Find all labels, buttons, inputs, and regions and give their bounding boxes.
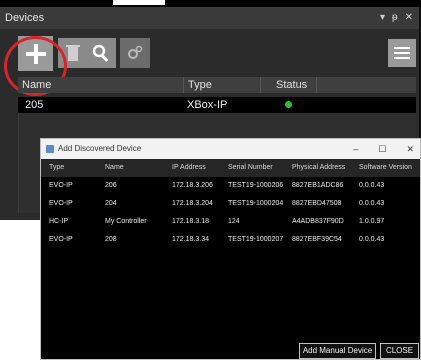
cell-version: 1.0.0.97 (359, 218, 385, 225)
app-icon (46, 145, 54, 153)
search-device-button[interactable] (86, 38, 116, 68)
cell-version: 0.0.0.43 (359, 182, 385, 189)
column-header-status[interactable]: Status (260, 77, 316, 93)
cell-name: 206 (105, 182, 117, 189)
cell-version: 0.0.0.43 (359, 236, 385, 243)
settings-icon (128, 45, 143, 59)
column-header-spacer (316, 77, 416, 93)
cell-ip: 172.18.3.204 (172, 200, 213, 207)
cell-mac: A4ADB837F90D (292, 218, 344, 225)
column-header-name[interactable]: Name (105, 159, 124, 177)
column-header-type[interactable]: Type (183, 77, 260, 93)
search-icon (92, 44, 109, 62)
cell-type: HC-IP (49, 218, 69, 225)
cell-ip: 172.18.3.34 (172, 236, 209, 243)
dialog-title: Add Discovered Device (58, 144, 142, 153)
delete-icon (66, 45, 80, 61)
panel-header: Devices ▾ ᵽ ✕ (0, 7, 419, 29)
device-settings-button[interactable] (120, 38, 150, 68)
device-type: XBox-IP (187, 99, 228, 111)
top-strip (0, 0, 421, 7)
cell-mac: 8827EBF39C54 (292, 236, 342, 243)
device-name: 205 (25, 99, 44, 111)
cell-ip: 172.18.3.18 (172, 218, 209, 225)
window-controls: – ☐ ✕ (353, 139, 414, 159)
device-row[interactable]: 205 XBox-IP (18, 97, 416, 113)
status-indicator (285, 101, 292, 108)
maximize-icon[interactable]: ☐ (378, 139, 386, 159)
dropdown-icon[interactable]: ▾ (380, 7, 385, 29)
column-header-version[interactable]: Software Version (359, 159, 412, 177)
column-header-ip[interactable]: IP Address (172, 159, 206, 177)
cell-type: EVO-IP (49, 236, 73, 243)
close-button[interactable]: CLOSE (380, 343, 419, 359)
add-manual-device-button[interactable]: Add Manual Device (299, 343, 376, 359)
column-header-mac[interactable]: Physical Address (292, 159, 345, 177)
menu-icon (394, 47, 410, 59)
dialog-title-bar: Add Discovered Device – ☐ ✕ (41, 139, 420, 159)
table-row[interactable]: HC-IP My Controller 172.18.3.18 124 A4AD… (41, 213, 420, 231)
column-header-type[interactable]: Type (49, 159, 64, 177)
close-icon[interactable]: ✕ (405, 7, 413, 29)
discovered-devices-table: Type Name IP Address Serial Number Physi… (41, 159, 420, 249)
panel-title: Devices (5, 12, 45, 24)
close-icon[interactable]: ✕ (406, 139, 414, 159)
column-header-serial[interactable]: Serial Number (228, 159, 273, 177)
column-header-name[interactable]: Name (18, 77, 183, 93)
cell-version: 0.0.0.43 (359, 200, 385, 207)
table-row[interactable]: EVO-IP 208 172.18.3.34 TEST19-1000207 88… (41, 231, 420, 249)
device-list-header: Name Type Status (18, 77, 416, 93)
top-strip-gap (113, 0, 165, 5)
table-header: Type Name IP Address Serial Number Physi… (41, 159, 420, 177)
cell-type: EVO-IP (49, 200, 73, 207)
table-row[interactable]: EVO-IP 206 172.18.3.206 TEST19-1000206 8… (41, 177, 420, 195)
panel-menu-button[interactable] (388, 39, 416, 67)
cell-mac: 8827EB1ADC86 (292, 182, 344, 189)
add-discovered-device-dialog: Add Discovered Device – ☐ ✕ Type Name IP… (40, 138, 421, 360)
cell-serial: TEST19-1000206 (228, 182, 284, 189)
cell-name: 204 (105, 200, 117, 207)
cell-name: My Controller (105, 218, 147, 225)
cell-serial: TEST19-1000204 (228, 200, 284, 207)
cell-serial: TEST19-1000207 (228, 236, 284, 243)
pin-icon[interactable]: ᵽ (392, 7, 398, 29)
cell-serial: 124 (228, 218, 240, 225)
panel-header-controls: ▾ ᵽ ✕ (380, 7, 413, 29)
table-row[interactable]: EVO-IP 204 172.18.3.204 TEST19-1000204 8… (41, 195, 420, 213)
cell-type: EVO-IP (49, 182, 73, 189)
minimize-icon[interactable]: – (353, 139, 358, 159)
cell-mac: 8827EBD47508 (292, 200, 342, 207)
cell-ip: 172.18.3.206 (172, 182, 213, 189)
cell-name: 208 (105, 236, 117, 243)
